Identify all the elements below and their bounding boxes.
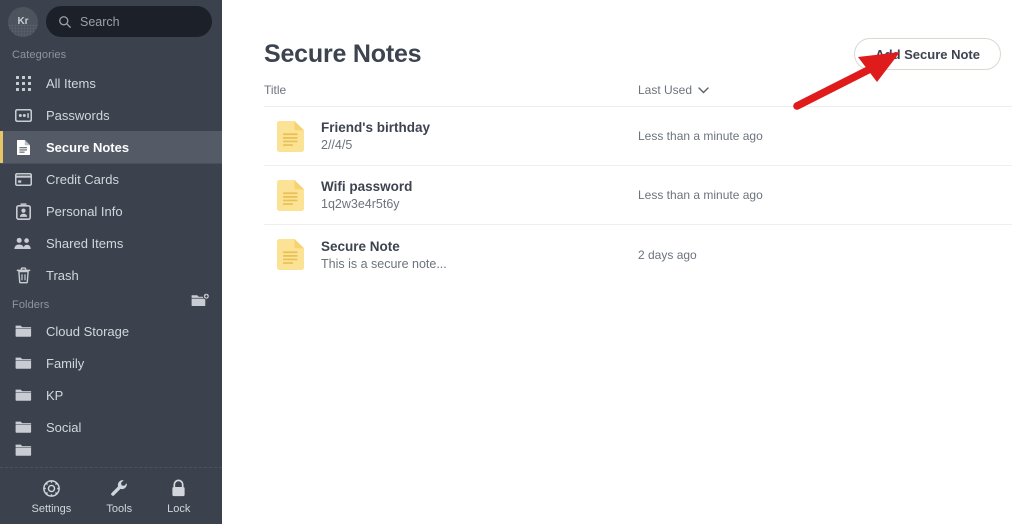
sidebar-item-label: Credit Cards: [46, 171, 119, 187]
app-window: Kr Search Categories All Items Passwords…: [0, 0, 1024, 524]
note-subtitle: This is a secure note...: [321, 256, 447, 271]
note-cell: Secure Note This is a secure note...: [264, 238, 638, 271]
sidebar-item-trash[interactable]: Trash: [0, 259, 222, 291]
table-row[interactable]: Wifi password 1q2w3e4r5t6y Less than a m…: [264, 166, 1012, 225]
settings-button[interactable]: Settings: [31, 478, 72, 515]
sidebar-scroll-area[interactable]: Categories All Items Passwords Secure No…: [0, 41, 222, 467]
settings-label: Settings: [31, 502, 72, 515]
sidebar-item-label: Shared Items: [46, 235, 124, 251]
column-header-last-used[interactable]: Last Used: [638, 83, 709, 97]
avatar-initials: Kr: [17, 16, 29, 27]
note-title: Friend's birthday: [321, 120, 430, 135]
sidebar-item-label: Personal Info: [46, 203, 123, 219]
lock-label: Lock: [167, 502, 191, 515]
folder-icon: [14, 322, 32, 340]
sidebar-item-credit-cards[interactable]: Credit Cards: [0, 163, 222, 195]
note-last-used: Less than a minute ago: [638, 188, 763, 202]
sidebar-folder-label: KP: [46, 387, 64, 403]
sidebar-folder-cloud-storage[interactable]: Cloud Storage: [0, 315, 222, 347]
folders-header: Folders: [0, 291, 222, 315]
sidebar-bottom-bar: Settings Tools Lock: [0, 467, 222, 524]
people-icon: [14, 234, 32, 252]
sidebar-item-label: Trash: [46, 267, 79, 283]
sidebar-folder-label: Family: [46, 355, 85, 371]
folders-label: Folders: [12, 299, 50, 311]
column-header-title: Title: [264, 83, 287, 97]
sidebar-item-passwords[interactable]: Passwords: [0, 99, 222, 131]
lock-button[interactable]: Lock: [167, 478, 190, 515]
tools-button[interactable]: Tools: [106, 478, 132, 515]
sidebar-item-all-items[interactable]: All Items: [0, 67, 222, 99]
main-header: Secure Notes Add Secure Note: [264, 0, 1012, 78]
search-icon: [59, 15, 71, 28]
avatar[interactable]: Kr: [8, 6, 38, 37]
sidebar-folder-family[interactable]: Family: [0, 347, 222, 379]
tools-label: Tools: [106, 502, 133, 515]
note-text: Wifi password 1q2w3e4r5t6y: [321, 179, 412, 211]
yellow-note-icon: [276, 120, 305, 153]
sidebar-item-secure-notes[interactable]: Secure Notes: [0, 131, 222, 164]
lock-icon: [172, 479, 185, 496]
sidebar-item-shared-items[interactable]: Shared Items: [0, 227, 222, 259]
folder-icon: [14, 354, 32, 372]
folder-icon: [14, 418, 32, 436]
note-title: Wifi password: [321, 179, 413, 194]
yellow-note-icon: [276, 238, 305, 271]
id-card-icon: [14, 202, 32, 220]
folder-icon: [14, 386, 32, 404]
search-input[interactable]: Search: [46, 6, 212, 37]
sidebar-item-label: Passwords: [46, 107, 110, 123]
yellow-note-icon: [276, 179, 305, 212]
add-folder-icon[interactable]: [191, 292, 210, 313]
sidebar-item-personal-info[interactable]: Personal Info: [0, 195, 222, 227]
sidebar-folder-label: Social: [46, 419, 82, 435]
note-subtitle: 1q2w3e4r5t6y: [321, 197, 400, 211]
sidebar-folder-kp[interactable]: KP: [0, 379, 222, 411]
note-cell: Friend's birthday 2//4/5: [264, 120, 638, 153]
sidebar: Kr Search Categories All Items Passwords…: [0, 0, 222, 524]
table-row[interactable]: Friend's birthday 2//4/5 Less than a min…: [264, 107, 1012, 166]
note-icon: [14, 138, 32, 156]
note-last-used: 2 days ago: [638, 247, 697, 262]
note-cell: Wifi password 1q2w3e4r5t6y: [264, 179, 638, 212]
add-secure-note-button[interactable]: Add Secure Note: [854, 38, 1001, 70]
sidebar-header: Kr Search: [0, 0, 222, 41]
note-text: Secure Note This is a secure note...: [321, 239, 447, 271]
note-subtitle: 2//4/5: [321, 138, 353, 152]
gear-icon: [43, 479, 60, 497]
credit-card-icon: [14, 170, 32, 188]
sidebar-item-label: Secure Notes: [46, 139, 130, 155]
note-last-used: Less than a minute ago: [638, 129, 763, 143]
categories-label: Categories: [12, 49, 67, 61]
sidebar-folder-social[interactable]: Social: [0, 411, 222, 443]
page-title: Secure Notes: [264, 39, 422, 68]
wrench-icon: [110, 479, 127, 496]
note-title: Secure Note: [321, 238, 400, 254]
password-icon: [14, 106, 32, 124]
column-header-last-used-label: Last Used: [638, 83, 693, 97]
sidebar-item-label: All Items: [46, 75, 96, 91]
sidebar-folder-label: Cloud Storage: [46, 323, 130, 339]
note-text: Friend's birthday 2//4/5: [321, 120, 430, 152]
table-header: Title Last Used: [264, 83, 1012, 107]
sidebar-folder-partial[interactable]: [0, 443, 222, 457]
folder-icon: [14, 443, 32, 457]
grid-icon: [14, 74, 32, 92]
search-placeholder: Search: [80, 14, 120, 29]
chevron-down-icon: [698, 86, 709, 93]
main-content: Secure Notes Add Secure Note Title Last …: [222, 0, 1024, 524]
table-row[interactable]: Secure Note This is a secure note... 2 d…: [264, 225, 1012, 284]
trash-icon: [14, 266, 32, 284]
